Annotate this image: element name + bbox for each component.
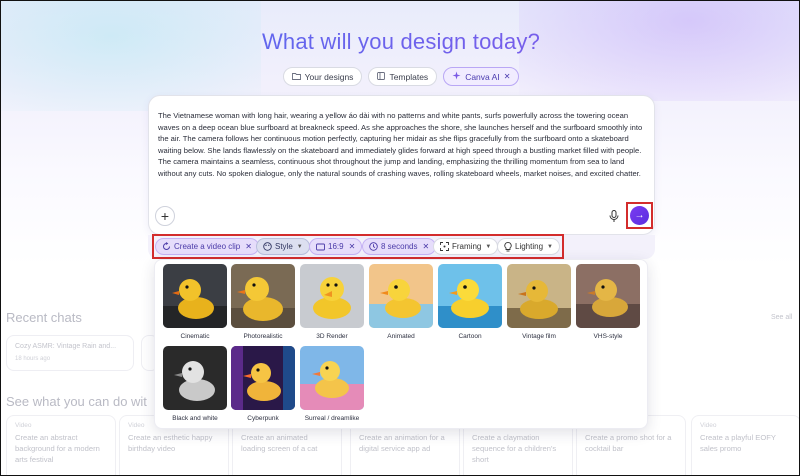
- style-option-animated[interactable]: Animated: [369, 264, 433, 340]
- video-idea-card[interactable]: Video Create an abstract background for …: [6, 415, 116, 475]
- tab-label: Your designs: [304, 71, 354, 82]
- recent-chats-title: Recent chats: [6, 310, 82, 325]
- video-tag: Video: [15, 422, 32, 429]
- prompt-text[interactable]: The Vietnamese woman with long hair, wea…: [158, 110, 648, 180]
- style-label: Cinematic: [180, 333, 210, 340]
- video-idea-text: Create an animation for a digital servic…: [359, 433, 445, 453]
- vhs-duck-thumbnail: [576, 264, 640, 328]
- microphone-icon: [609, 209, 619, 222]
- add-button[interactable]: +: [155, 206, 175, 226]
- arrow-right-icon: →: [634, 210, 645, 221]
- recent-chat-card[interactable]: Cozy ASMR: Vintage Rain and... 18 hours …: [6, 335, 134, 371]
- style-option-black-and-white[interactable]: Black and white: [163, 346, 227, 422]
- cinematic-duck-thumbnail: [163, 264, 227, 328]
- style-label: Black and white: [172, 415, 218, 422]
- style-option-vhs-style[interactable]: VHS-style: [576, 264, 640, 340]
- cyberpunk-duck-thumbnail: [231, 346, 295, 410]
- photorealistic-duck-thumbnail: [231, 264, 295, 328]
- black-and-white-duck-thumbnail: [163, 346, 227, 410]
- style-option-photorealistic[interactable]: Photorealistic: [231, 264, 295, 340]
- close-icon[interactable]: ✕: [504, 72, 511, 81]
- animated-duck-thumbnail: [369, 264, 433, 328]
- style-label: Cartoon: [458, 333, 482, 340]
- video-idea-text: Create a promo shot for a cocktail bar: [585, 433, 672, 453]
- style-option-cyberpunk[interactable]: Cyberpunk: [231, 346, 295, 422]
- style-option-vintage-film[interactable]: Vintage film: [507, 264, 571, 340]
- tab-your-designs[interactable]: Your designs: [282, 67, 363, 86]
- recent-chat-title: Cozy ASMR: Vintage Rain and...: [15, 343, 117, 350]
- page-title: What will you design today?: [1, 29, 799, 55]
- style-label: Cyberpunk: [247, 415, 279, 422]
- template-icon: [377, 71, 386, 82]
- style-option-cinematic[interactable]: Cinematic: [163, 264, 227, 340]
- microphone-button[interactable]: [604, 206, 624, 226]
- sparkle-icon: [452, 71, 461, 82]
- style-label: VHS-style: [593, 333, 623, 340]
- send-button[interactable]: →: [630, 206, 649, 225]
- style-option-cartoon[interactable]: Cartoon: [438, 264, 502, 340]
- send-button-highlight: →: [626, 202, 653, 229]
- mode-tabs: Your designs Templates Canva AI ✕: [1, 67, 799, 86]
- style-option-3d-render[interactable]: 3D Render: [300, 264, 364, 340]
- video-idea-card[interactable]: Video Create a playful EOFY sales promo: [691, 415, 799, 475]
- tab-canva-ai[interactable]: Canva AI ✕: [443, 67, 520, 86]
- recent-chat-time: 18 hours ago: [15, 356, 51, 362]
- folder-icon: [291, 72, 301, 82]
- style-label: Vintage film: [522, 333, 556, 340]
- tab-label: Canva AI: [465, 71, 500, 82]
- style-label: 3D Render: [316, 333, 348, 340]
- video-idea-text: Create an abstract background for a mode…: [15, 433, 100, 464]
- see-what-title: See what you can do wit: [6, 394, 147, 409]
- video-idea-text: Create a claymation sequence for a child…: [472, 433, 557, 464]
- video-idea-text: Create an esthetic happy birthday video: [128, 433, 213, 453]
- video-idea-text: Create an animated loading screen of a c…: [241, 433, 318, 453]
- tab-templates[interactable]: Templates: [368, 67, 438, 86]
- video-tag: Video: [700, 422, 717, 429]
- canva-home-screen: Recent chats See all Cozy ASMR: Vintage …: [0, 0, 800, 476]
- cartoon-duck-thumbnail: [438, 264, 502, 328]
- see-all-link[interactable]: See all: [771, 314, 792, 321]
- style-label: Photorealistic: [243, 333, 283, 340]
- prompt-input-box[interactable]: The Vietnamese woman with long hair, wea…: [148, 95, 655, 235]
- vintage-film-duck-thumbnail: [507, 264, 571, 328]
- style-label: Animated: [387, 333, 415, 340]
- 3d-render-duck-thumbnail: [300, 264, 364, 328]
- tab-label: Templates: [389, 71, 429, 82]
- video-idea-text: Create a playful EOFY sales promo: [700, 433, 776, 453]
- style-option-surreal-dreamlike[interactable]: Surreal / dreamlike: [300, 346, 364, 422]
- surreal-duck-thumbnail: [300, 346, 364, 410]
- chip-group-highlight: [152, 234, 564, 259]
- style-label: Surreal / dreamlike: [304, 415, 360, 422]
